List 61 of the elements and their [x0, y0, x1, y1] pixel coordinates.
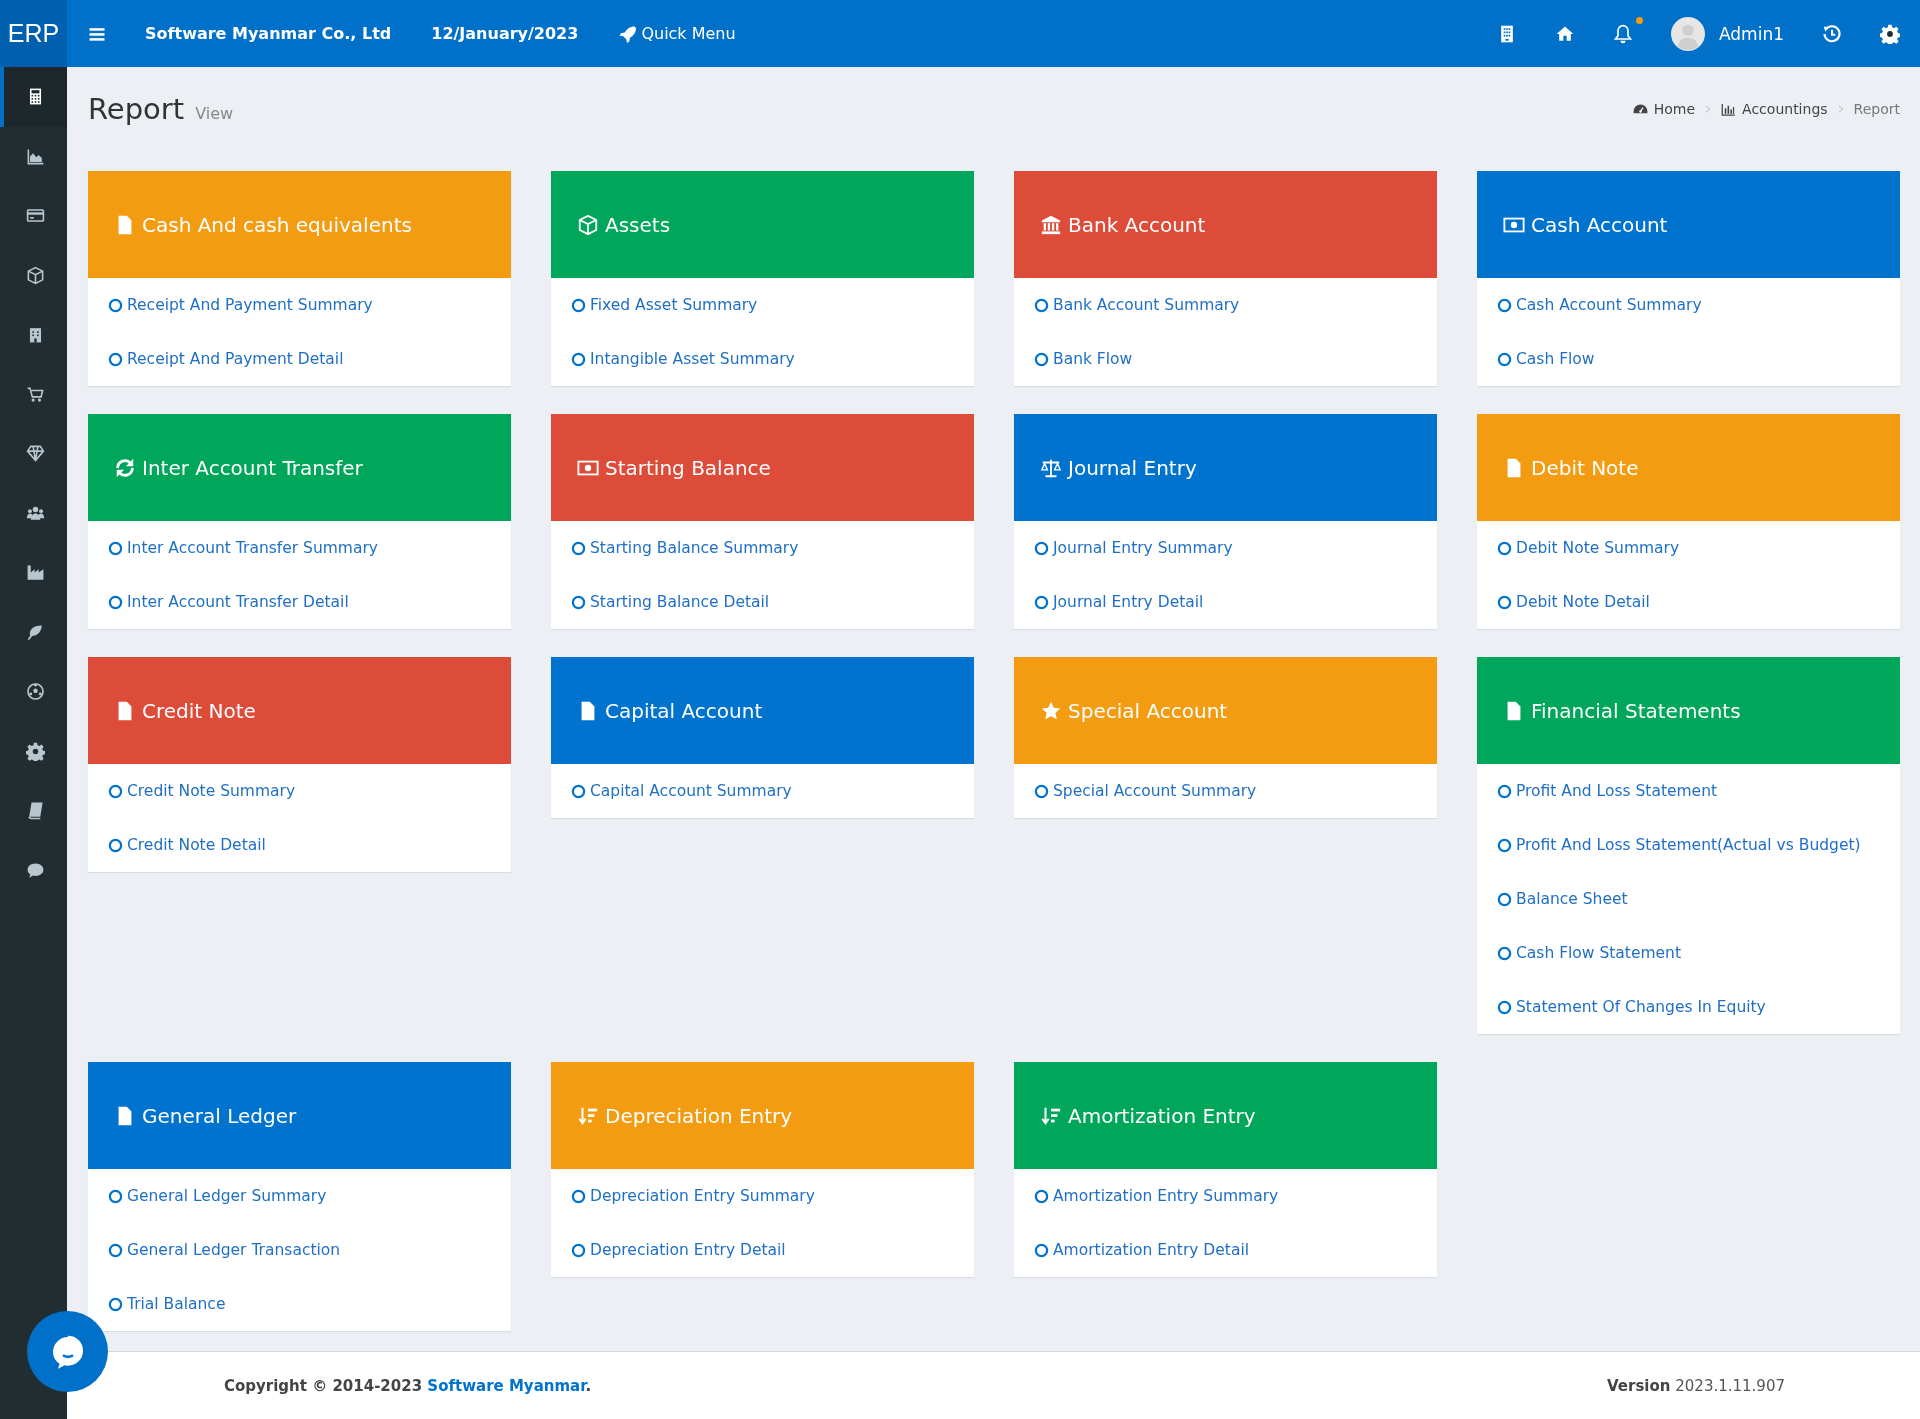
report-link[interactable]: Receipt And Payment Detail	[88, 332, 511, 386]
report-link[interactable]: Journal Entry Summary	[1014, 521, 1437, 575]
report-link[interactable]: Capital Account Summary	[551, 764, 974, 818]
report-link[interactable]: Profit And Loss Statement	[1477, 764, 1900, 818]
page-title: Report	[88, 92, 185, 126]
card-title: Assets	[605, 212, 671, 237]
app-logo[interactable]: ERP	[0, 0, 67, 67]
copyright-text: Copyright © 2014-2023 Software Myanmar.	[224, 1376, 592, 1395]
card-title: Cash Account	[1531, 212, 1668, 237]
report-link[interactable]: Amortization Entry Summary	[1014, 1169, 1437, 1223]
report-link[interactable]: Profit And Loss Statement(Actual vs Budget)	[1477, 818, 1900, 872]
report-link[interactable]: Credit Note Detail	[88, 818, 511, 872]
report-link[interactable]: Debit Note Summary	[1477, 521, 1900, 575]
card-title: Inter Account Transfer	[142, 455, 363, 480]
card-title: Credit Note	[142, 698, 256, 723]
report-link[interactable]: Debit Note Detail	[1477, 575, 1900, 629]
report-link[interactable]: Starting Balance Detail	[551, 575, 974, 629]
card-title: Bank Account	[1068, 212, 1206, 237]
card-title: Financial Statements	[1531, 698, 1741, 723]
report-link[interactable]: Depreciation Entry Detail	[551, 1223, 974, 1277]
report-link[interactable]: Special Account Summary	[1014, 764, 1437, 818]
card-title: Starting Balance	[605, 455, 771, 480]
report-link[interactable]: Starting Balance Summary	[551, 521, 974, 575]
report-link[interactable]: Trial Balance	[88, 1277, 511, 1331]
card-title: Special Account	[1068, 698, 1228, 723]
report-link[interactable]: Receipt And Payment Summary	[88, 278, 511, 332]
current-date: 12/January/2023	[431, 24, 579, 43]
report-link[interactable]: Balance Sheet	[1477, 872, 1900, 926]
report-link[interactable]: General Ledger Transaction	[88, 1223, 511, 1277]
breadcrumb-link[interactable]: Accountings	[1721, 101, 1828, 117]
report-link[interactable]: Bank Flow	[1014, 332, 1437, 386]
report-link[interactable]: Amortization Entry Detail	[1014, 1223, 1437, 1277]
version-label: Version	[1607, 1376, 1671, 1395]
report-link[interactable]: Depreciation Entry Summary	[551, 1169, 974, 1223]
card-title: Debit Note	[1531, 455, 1639, 480]
report-link[interactable]: Cash Flow Statement	[1477, 926, 1900, 980]
report-link[interactable]: General Ledger Summary	[88, 1169, 511, 1223]
card-title: General Ledger	[142, 1103, 297, 1128]
card-title: Cash And cash equivalents	[142, 212, 412, 237]
report-link[interactable]: Bank Account Summary	[1014, 278, 1437, 332]
card-title: Capital Account	[605, 698, 763, 723]
current-page-label: Report	[1853, 101, 1900, 117]
card-title: Amortization Entry	[1068, 1103, 1256, 1128]
company-link[interactable]: Software Myanmar	[427, 1376, 586, 1395]
card-title: Depreciation Entry	[605, 1103, 793, 1128]
report-link[interactable]: Inter Account Transfer Detail	[88, 575, 511, 629]
version-number: 2023.1.11.907	[1675, 1376, 1785, 1395]
report-link[interactable]: Inter Account Transfer Summary	[88, 521, 511, 575]
report-link[interactable]: Cash Flow	[1477, 332, 1900, 386]
card-title: Journal Entry	[1068, 455, 1197, 480]
company-name: Software Myanmar Co., Ltd	[145, 24, 392, 43]
page-subtitle: View	[195, 104, 234, 123]
quick-menu-link[interactable]: Quick Menu	[618, 24, 736, 43]
report-link[interactable]: Statement Of Changes In Equity	[1477, 980, 1900, 1034]
report-link[interactable]: Credit Note Summary	[88, 764, 511, 818]
breadcrumb-link[interactable]: Home	[1632, 101, 1696, 117]
report-link[interactable]: Fixed Asset Summary	[551, 278, 974, 332]
report-link[interactable]: Intangible Asset Summary	[551, 332, 974, 386]
report-link[interactable]: Journal Entry Detail	[1014, 575, 1437, 629]
user-name[interactable]: Admin1	[1719, 23, 1784, 44]
report-link[interactable]: Cash Account Summary	[1477, 278, 1900, 332]
